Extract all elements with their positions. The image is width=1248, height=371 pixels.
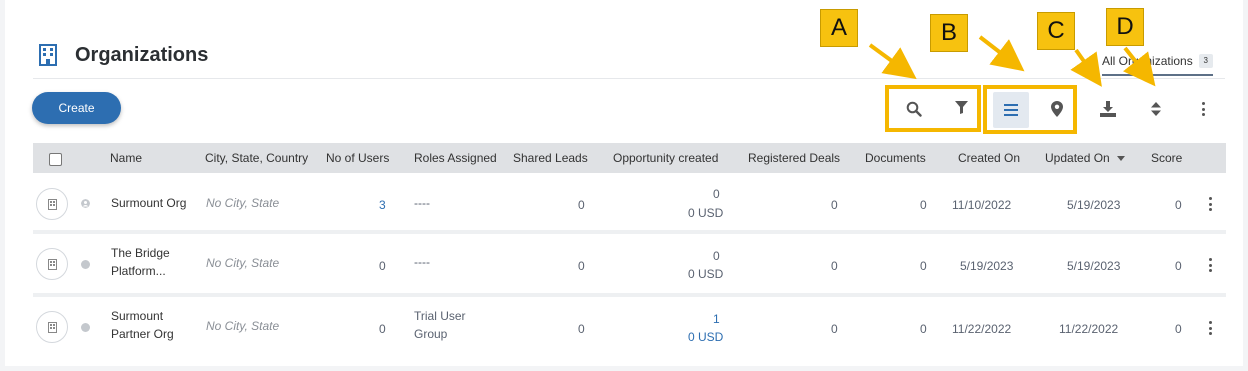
arrow-b — [978, 35, 1025, 72]
org-name-line2[interactable]: Platform... — [111, 264, 166, 278]
row-more-icon[interactable] — [1206, 197, 1214, 211]
org-avatar — [36, 248, 68, 280]
org-score: 0 — [1175, 322, 1182, 336]
callout-label-c: C — [1037, 12, 1075, 50]
column-header-documents[interactable]: Documents — [865, 143, 926, 173]
org-roles: Trial User — [414, 309, 466, 323]
org-shared-leads: 0 — [578, 322, 585, 336]
tab-all-organizations[interactable]: All Organizations 3 — [1102, 54, 1213, 76]
row-more-icon[interactable] — [1206, 321, 1214, 335]
create-button[interactable]: Create — [32, 92, 121, 124]
org-avatar — [36, 311, 68, 343]
org-avatar — [36, 188, 68, 220]
org-opportunity-amount: 0 USD — [688, 206, 724, 220]
org-opportunity-amount[interactable]: 0 USD — [688, 330, 723, 344]
arrow-c — [1070, 48, 1102, 87]
column-header-registered-deals[interactable]: Registered Deals — [748, 143, 840, 173]
building-icon — [39, 44, 57, 66]
org-roles: ---- — [414, 196, 430, 210]
sort-button[interactable] — [1138, 91, 1174, 127]
status-dot — [81, 323, 90, 332]
org-updated-on: 5/19/2023 — [1067, 198, 1121, 212]
organizations-panel: Organizations All Organizations 3 Create — [5, 0, 1243, 366]
org-opportunity-count: 0 — [713, 249, 720, 263]
org-name[interactable]: Surmount — [111, 309, 163, 323]
org-documents: 0 — [920, 322, 927, 336]
org-documents: 0 — [920, 259, 927, 273]
tab-count-badge: 3 — [1198, 54, 1213, 68]
building-icon — [47, 258, 57, 270]
org-roles: ---- — [414, 255, 430, 269]
org-opportunity-amount: 0 USD — [688, 267, 724, 281]
table-row[interactable]: Surmount Partner Org No City, State 0 Tr… — [33, 297, 1226, 356]
org-registered-deals: 0 — [831, 322, 838, 336]
org-city: No City, State — [206, 256, 280, 270]
tab-label: All Organizations — [1102, 54, 1193, 68]
org-opportunity-count: 0 — [713, 187, 720, 201]
callout-label-a: A — [820, 9, 858, 47]
org-registered-deals: 0 — [831, 198, 838, 212]
status-dot — [81, 260, 90, 269]
org-score: 0 — [1175, 198, 1182, 212]
building-icon — [47, 321, 57, 333]
more-options-button[interactable] — [1185, 91, 1221, 127]
org-opportunity-count[interactable]: 1 — [713, 312, 720, 326]
header-divider — [33, 78, 1225, 79]
sort-descending-icon — [1117, 156, 1126, 162]
org-name[interactable]: The Bridge — [111, 246, 170, 260]
user-status-icon — [81, 199, 90, 208]
org-documents: 0 — [920, 198, 927, 212]
download-icon — [1100, 101, 1116, 117]
callout-box-a — [885, 85, 981, 132]
table-row[interactable]: The Bridge Platform... No City, State 0 … — [33, 234, 1226, 293]
org-users: 0 — [379, 322, 386, 336]
column-header-opportunity[interactable]: Opportunity created — [613, 143, 718, 173]
callout-label-b: B — [930, 14, 968, 52]
sort-icon — [1151, 102, 1161, 116]
org-created-on: 5/19/2023 — [960, 259, 1014, 273]
org-created-on: 11/10/2022 — [952, 198, 1012, 212]
more-vertical-icon — [1199, 102, 1207, 116]
org-roles-line2: Group — [414, 327, 448, 341]
callout-box-b — [983, 85, 1077, 134]
download-button[interactable] — [1090, 91, 1126, 127]
column-header-shared-leads[interactable]: Shared Leads — [513, 143, 588, 173]
org-updated-on: 5/19/2023 — [1067, 259, 1121, 273]
arrow-a — [868, 43, 917, 80]
column-header-roles[interactable]: Roles Assigned — [414, 143, 497, 173]
org-shared-leads: 0 — [578, 198, 585, 212]
column-header-updated-on[interactable]: Updated On — [1045, 143, 1126, 173]
table-row[interactable]: Surmount Org No City, State 3 ---- 0 0 0… — [33, 177, 1226, 230]
org-city: No City, State — [206, 319, 280, 333]
organizations-table: Name City, State, Country No of Users Ro… — [33, 143, 1226, 356]
org-created-on: 11/22/2022 — [952, 322, 1012, 336]
org-users: 0 — [379, 259, 386, 273]
org-score: 0 — [1175, 259, 1182, 273]
column-header-city[interactable]: City, State, Country — [205, 143, 308, 173]
column-header-updated-on-label: Updated On — [1045, 151, 1110, 165]
column-header-score[interactable]: Score — [1151, 143, 1182, 173]
column-header-created-on[interactable]: Created On — [958, 143, 1020, 173]
org-updated-on: 11/22/2022 — [1059, 322, 1119, 336]
row-more-icon[interactable] — [1206, 258, 1214, 272]
org-registered-deals: 0 — [831, 259, 838, 273]
callout-label-d: D — [1106, 8, 1144, 46]
org-name-line2[interactable]: Partner Org — [111, 327, 174, 341]
select-all-checkbox[interactable] — [49, 153, 62, 166]
column-header-users[interactable]: No of Users — [326, 143, 389, 173]
building-icon — [47, 198, 57, 210]
column-header-name[interactable]: Name — [110, 143, 142, 173]
org-shared-leads: 0 — [578, 259, 585, 273]
page-title: Organizations — [75, 44, 209, 66]
org-name[interactable]: Surmount Org — [111, 196, 186, 210]
table-header: Name City, State, Country No of Users Ro… — [33, 143, 1226, 173]
org-users[interactable]: 3 — [379, 198, 386, 212]
org-city: No City, State — [206, 196, 280, 210]
